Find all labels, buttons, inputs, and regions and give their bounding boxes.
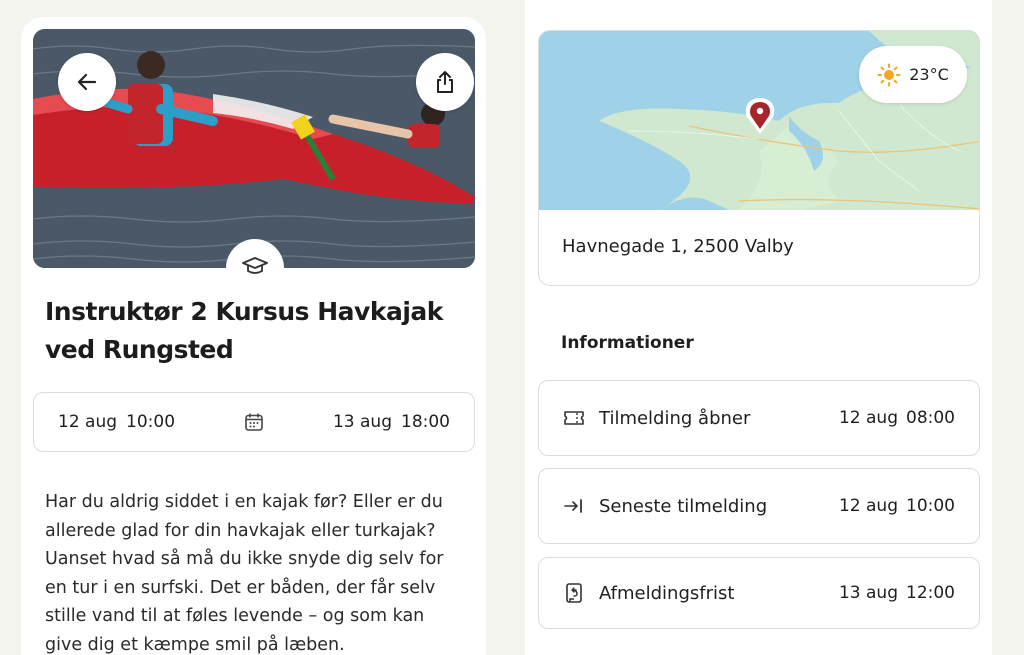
graduation-cap-icon: [242, 257, 268, 274]
event-title: Instruktør 2 Kursus Havkajak ved Rungste…: [45, 297, 443, 364]
ticket-icon: [563, 407, 585, 429]
event-info-panel: 23°C Havnegade 1, 2500 Valby Information…: [525, 0, 992, 655]
info-row-time: 10:00: [906, 496, 955, 516]
sun-icon: [877, 63, 901, 86]
weather-temperature: 23°C: [909, 65, 949, 84]
share-icon: [437, 71, 453, 93]
info-row-registration-opens: Tilmelding åbner 12 aug 08:00: [538, 380, 980, 456]
info-row-last-registration: Seneste tilmelding 12 aug 10:00: [538, 468, 980, 544]
event-description: Har du aldrig siddet i en kajak før? Ell…: [45, 492, 444, 655]
info-row-value: 12 aug 10:00: [839, 496, 955, 516]
back-button[interactable]: [58, 53, 116, 111]
start-time: 10:00: [126, 412, 176, 432]
start-date: 12 aug: [58, 412, 118, 432]
info-row-label: Tilmelding åbner: [599, 407, 751, 429]
end-date: 13 aug: [332, 412, 392, 432]
arrow-left-icon: [77, 73, 97, 91]
info-row-time: 08:00: [906, 408, 955, 428]
info-row-date: 12 aug: [838, 496, 898, 516]
end-datetime: 13 aug 18:00: [333, 412, 450, 432]
info-row-label: Afmeldingsfrist: [599, 582, 735, 604]
info-row-label: Seneste tilmelding: [599, 495, 768, 517]
event-detail-card: Instruktør 2 Kursus Havkajak ved Rungste…: [21, 17, 486, 655]
location-address: Havnegade 1, 2500 Valby: [562, 236, 794, 257]
info-row-date: 13 aug: [838, 583, 898, 603]
info-row-value: 12 aug 08:00: [839, 408, 955, 428]
info-heading: Informationer: [561, 333, 694, 353]
location-map[interactable]: 23°C: [539, 31, 979, 210]
start-datetime: 12 aug 10:00: [58, 412, 175, 432]
weather-badge: 23°C: [859, 46, 967, 103]
info-row-cancellation-deadline: Afmeldingsfrist 13 aug 12:00: [538, 557, 980, 629]
category-badge: [226, 239, 284, 297]
calendar-icon: [245, 413, 263, 431]
info-row-value: 13 aug 12:00: [839, 583, 955, 603]
arrow-to-line-icon: [563, 495, 585, 517]
info-row-time: 12:00: [906, 583, 955, 603]
cancel-doc-icon: [563, 582, 585, 604]
event-date-range: 12 aug 10:00 13 aug 18:00: [33, 392, 475, 452]
end-time: 18:00: [401, 412, 450, 432]
share-button[interactable]: [416, 53, 474, 111]
location-card[interactable]: 23°C Havnegade 1, 2500 Valby: [538, 30, 980, 286]
hero-image: [33, 29, 475, 268]
info-row-date: 12 aug: [838, 408, 898, 428]
